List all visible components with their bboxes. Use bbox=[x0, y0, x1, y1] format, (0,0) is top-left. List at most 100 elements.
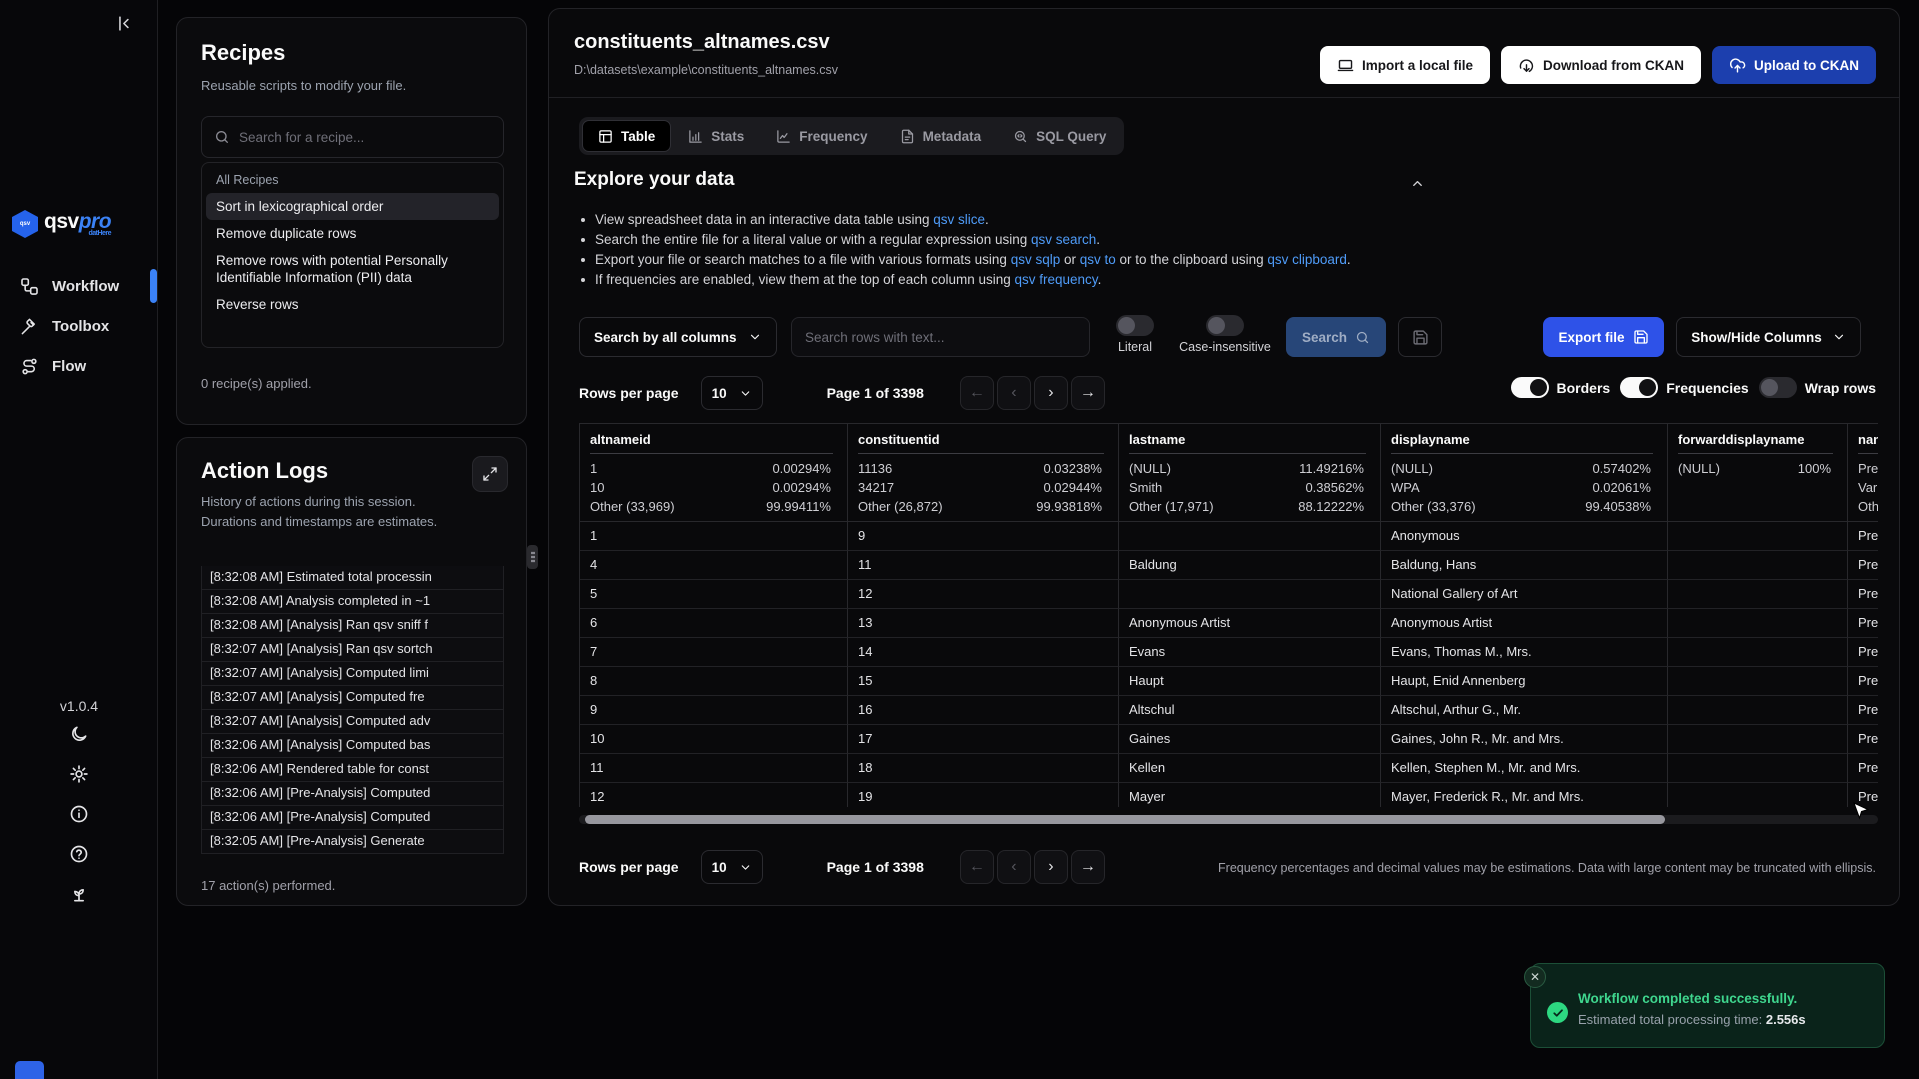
table-cell[interactable]: Altschul, Arthur G., Mr. bbox=[1381, 696, 1668, 725]
table-cell[interactable] bbox=[1668, 551, 1848, 580]
table-cell[interactable]: Baldung bbox=[1119, 551, 1381, 580]
qsv-command-link[interactable]: qsv slice bbox=[933, 212, 985, 227]
table-cell[interactable]: 14 bbox=[848, 638, 1119, 667]
table-cell[interactable] bbox=[1668, 754, 1848, 783]
table-cell[interactable]: 5 bbox=[580, 580, 848, 609]
table-cell[interactable]: Pre bbox=[1848, 638, 1878, 667]
sidebar-item-workflow[interactable]: Workflow bbox=[0, 266, 158, 306]
table-cell[interactable]: 11 bbox=[848, 551, 1119, 580]
tab-sql-query[interactable]: SQL Query bbox=[998, 120, 1121, 152]
export-file-button[interactable]: Export file bbox=[1543, 317, 1664, 357]
table-cell[interactable]: 11 bbox=[580, 754, 848, 783]
tab-stats[interactable]: Stats bbox=[673, 120, 759, 152]
table-cell[interactable]: 8 bbox=[580, 667, 848, 696]
table-cell[interactable]: Mayer bbox=[1119, 783, 1381, 807]
panel-resize-handle[interactable] bbox=[527, 545, 538, 569]
qsv-command-link[interactable]: qsv sqlp bbox=[1011, 252, 1061, 267]
table-cell[interactable]: Baldung, Hans bbox=[1381, 551, 1668, 580]
table-cell[interactable]: Pre bbox=[1848, 580, 1878, 609]
table-row[interactable]: 512National Gallery of ArtPre bbox=[580, 580, 1878, 609]
table-row[interactable]: 1219MayerMayer, Frederick R., Mr. and Mr… bbox=[580, 783, 1878, 807]
recipe-item[interactable]: Reverse rows bbox=[206, 291, 499, 318]
tab-frequency[interactable]: Frequency bbox=[761, 120, 882, 152]
table-cell[interactable]: 18 bbox=[848, 754, 1119, 783]
settings-button[interactable] bbox=[67, 762, 91, 786]
table-cell[interactable] bbox=[1119, 580, 1381, 609]
table-cell[interactable]: Pre bbox=[1848, 667, 1878, 696]
column-header[interactable]: forwarddisplayname(NULL)100% bbox=[1668, 424, 1848, 521]
table-row[interactable]: 19AnonymousPre bbox=[580, 522, 1878, 551]
table-cell[interactable]: 15 bbox=[848, 667, 1119, 696]
table-row[interactable]: 1017GainesGaines, John R., Mr. and Mrs.P… bbox=[580, 725, 1878, 754]
sidebar-item-flow[interactable]: Flow bbox=[0, 346, 158, 386]
table-cell[interactable]: Anonymous Artist bbox=[1119, 609, 1381, 638]
help-button[interactable] bbox=[67, 842, 91, 866]
table-cell[interactable] bbox=[1668, 725, 1848, 754]
last-page-button[interactable]: → bbox=[1071, 850, 1105, 884]
table-cell[interactable]: Haupt bbox=[1119, 667, 1381, 696]
table-cell[interactable]: Pre bbox=[1848, 696, 1878, 725]
table-cell[interactable]: Evans bbox=[1119, 638, 1381, 667]
scrollbar-thumb[interactable] bbox=[585, 815, 1665, 824]
table-cell[interactable]: Haupt, Enid Annenberg bbox=[1381, 667, 1668, 696]
moon-button[interactable] bbox=[67, 722, 91, 746]
table-row[interactable]: 613Anonymous ArtistAnonymous ArtistPre bbox=[580, 609, 1878, 638]
table-cell[interactable] bbox=[1668, 609, 1848, 638]
table-row[interactable]: 916AltschulAltschul, Arthur G., Mr.Pre bbox=[580, 696, 1878, 725]
collapse-explore-button[interactable] bbox=[1407, 173, 1428, 194]
table-cell[interactable] bbox=[1668, 522, 1848, 551]
borders-toggle[interactable] bbox=[1511, 377, 1549, 398]
table-cell[interactable] bbox=[1668, 667, 1848, 696]
table-cell[interactable] bbox=[1119, 522, 1381, 551]
table-cell[interactable]: Gaines bbox=[1119, 725, 1381, 754]
table-cell[interactable] bbox=[1668, 696, 1848, 725]
horizontal-scrollbar[interactable] bbox=[579, 815, 1878, 824]
column-header[interactable]: displayname(NULL)0.57402%WPA0.02061%Othe… bbox=[1381, 424, 1668, 521]
table-cell[interactable]: Gaines, John R., Mr. and Mrs. bbox=[1381, 725, 1668, 754]
recipe-item[interactable]: Sort in lexicographical order bbox=[206, 193, 499, 220]
table-cell[interactable]: 19 bbox=[848, 783, 1119, 807]
table-cell[interactable]: Pre bbox=[1848, 522, 1878, 551]
prev-page-button[interactable]: ‹ bbox=[997, 850, 1031, 884]
table-row[interactable]: 714EvansEvans, Thomas M., Mrs.Pre bbox=[580, 638, 1878, 667]
table-row[interactable]: 1118KellenKellen, Stephen M., Mr. and Mr… bbox=[580, 754, 1878, 783]
recipe-search-box[interactable] bbox=[201, 116, 504, 158]
table-cell[interactable]: Pre bbox=[1848, 609, 1878, 638]
table-cell[interactable]: 7 bbox=[580, 638, 848, 667]
tab-metadata[interactable]: Metadata bbox=[885, 120, 997, 152]
column-header[interactable]: altnameid10.00294%100.00294%Other (33,96… bbox=[580, 424, 848, 521]
column-header[interactable]: constituentid111360.03238%342170.02944%O… bbox=[848, 424, 1119, 521]
table-cell[interactable]: Anonymous bbox=[1381, 522, 1668, 551]
column-header[interactable]: nanPreVarOth bbox=[1848, 424, 1878, 521]
table-cell[interactable]: Pre bbox=[1848, 725, 1878, 754]
first-page-button[interactable]: ← bbox=[960, 850, 994, 884]
table-cell[interactable] bbox=[1668, 783, 1848, 807]
upload-to-ckan-button[interactable]: Upload to CKAN bbox=[1712, 46, 1876, 84]
search-button[interactable]: Search bbox=[1286, 317, 1386, 357]
sidebar-item-toolbox[interactable]: Toolbox bbox=[0, 306, 158, 346]
table-cell[interactable]: 9 bbox=[848, 522, 1119, 551]
column-header[interactable]: lastname(NULL)11.49216%Smith0.38562%Othe… bbox=[1119, 424, 1381, 521]
toast-close-button[interactable]: ✕ bbox=[1524, 966, 1546, 988]
table-cell[interactable]: Pre bbox=[1848, 754, 1878, 783]
recipe-search-input[interactable] bbox=[239, 130, 491, 145]
tab-table[interactable]: Table bbox=[582, 120, 671, 152]
table-cell[interactable]: Altschul bbox=[1119, 696, 1381, 725]
collapse-sidebar-button[interactable] bbox=[112, 10, 139, 37]
search-column-select[interactable]: Search by all columns bbox=[579, 317, 777, 357]
frequencies-toggle[interactable] bbox=[1620, 377, 1658, 398]
table-cell[interactable]: National Gallery of Art bbox=[1381, 580, 1668, 609]
qsv-command-link[interactable]: qsv frequency bbox=[1015, 272, 1098, 287]
qsv-command-link[interactable]: qsv clipboard bbox=[1267, 252, 1347, 267]
table-row[interactable]: 411BaldungBaldung, HansPre bbox=[580, 551, 1878, 580]
table-cell[interactable]: Pre bbox=[1848, 551, 1878, 580]
qsv-command-link[interactable]: qsv to bbox=[1080, 252, 1116, 267]
table-cell[interactable]: Anonymous Artist bbox=[1381, 609, 1668, 638]
recipe-item[interactable]: Remove rows with potential Personally Id… bbox=[206, 247, 499, 291]
table-cell[interactable] bbox=[1668, 638, 1848, 667]
row-search-input[interactable] bbox=[791, 317, 1090, 357]
table-cell[interactable]: 10 bbox=[580, 725, 848, 754]
sprout-button[interactable] bbox=[67, 882, 91, 906]
rows-per-page-select[interactable]: 10 bbox=[701, 850, 763, 884]
rows-per-page-select[interactable]: 10 bbox=[701, 376, 763, 410]
